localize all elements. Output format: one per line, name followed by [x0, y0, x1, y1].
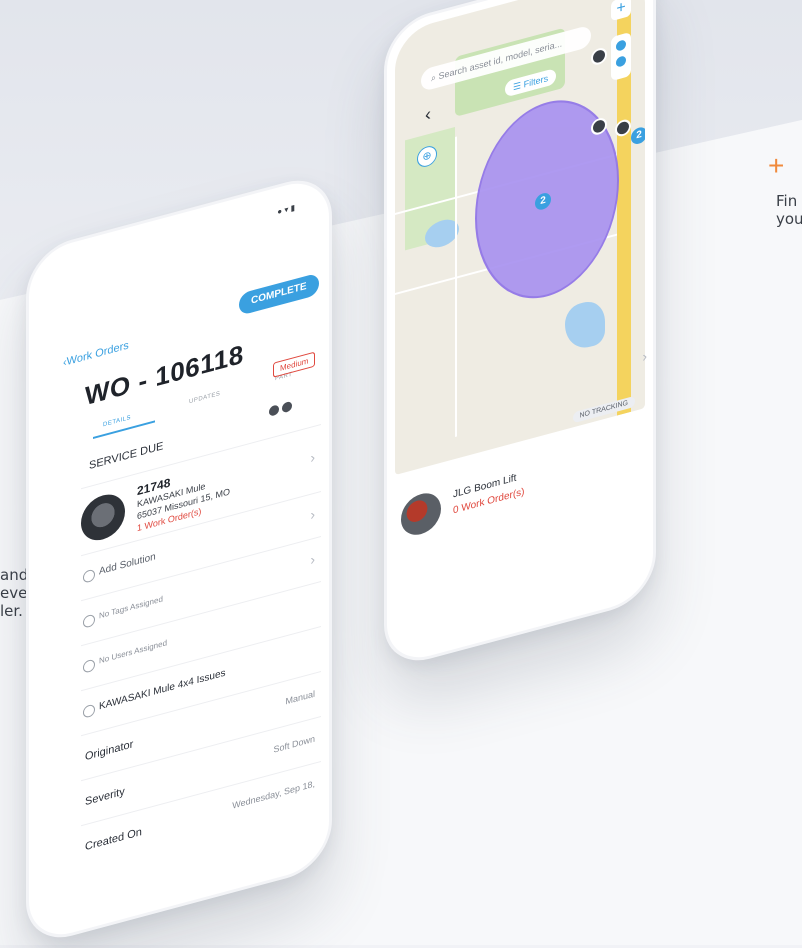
- add-solution-label: Add Solution: [99, 551, 156, 578]
- right-caption-line-2: you: [776, 210, 802, 228]
- complete-button[interactable]: COMPLETE: [239, 272, 319, 316]
- asset-thumbnail: [401, 488, 441, 540]
- map-tools[interactable]: [611, 31, 631, 82]
- add-icon: [83, 568, 95, 584]
- search-icon: ⌕: [431, 71, 439, 84]
- field-label: Severity: [85, 785, 125, 809]
- tab-updates[interactable]: UPDATES: [189, 391, 220, 405]
- street: [455, 136, 457, 437]
- asset-pin[interactable]: [591, 46, 607, 67]
- tab-details[interactable]: DETAILS: [103, 415, 131, 429]
- section-icons: [269, 397, 295, 422]
- asset-thumbnail: [81, 489, 125, 546]
- orange-plus-icon: +: [768, 150, 785, 181]
- status-icon: [269, 404, 279, 417]
- back-label: Work Orders: [66, 339, 129, 369]
- layers-icon[interactable]: [616, 39, 626, 52]
- lake: [565, 296, 605, 354]
- chevron-right-icon[interactable]: ›: [642, 348, 647, 365]
- users-label: No Users Assigned: [99, 638, 168, 666]
- detail-list: 21748 KAWASAKI Mule 65037 Missouri 15, M…: [81, 423, 321, 871]
- issue-icon: [83, 703, 95, 719]
- back-chevron-icon[interactable]: ‹: [425, 103, 431, 126]
- map-phone: ●●● ▮ 2 2 ‹ ⌕ Search asset id, model, se…: [384, 0, 656, 672]
- field-label: Originator: [85, 738, 134, 764]
- section-title: SERVICE DUE: [89, 440, 164, 473]
- field-value: Soft Down: [273, 733, 315, 755]
- tag-icon: [282, 400, 292, 414]
- field-label: Created On: [85, 825, 142, 854]
- chevron-right-icon: ›: [310, 505, 315, 523]
- tags-label: No Tags Assigned: [99, 594, 163, 621]
- tag-icon: [83, 613, 95, 629]
- work-order-phone: ● ▾ ▮ ‹Work Orders COMPLETE WO - 106118 …: [26, 170, 332, 948]
- status-bar: ● ▾ ▮: [277, 202, 295, 217]
- right-caption-line-1: Fin: [776, 192, 798, 210]
- back-button[interactable]: ‹Work Orders: [63, 339, 129, 369]
- navigate-icon[interactable]: [616, 55, 626, 68]
- chevron-right-icon: ›: [310, 448, 315, 466]
- asset-cluster[interactable]: 2: [631, 125, 645, 146]
- right-caption: Fin you: [776, 192, 802, 228]
- user-icon: [83, 658, 95, 674]
- field-value: Manual: [285, 688, 315, 707]
- chevron-right-icon: ›: [310, 550, 315, 568]
- field-value: Wednesday, Sep 18,: [232, 778, 315, 811]
- filter-icon: ☰: [513, 79, 524, 93]
